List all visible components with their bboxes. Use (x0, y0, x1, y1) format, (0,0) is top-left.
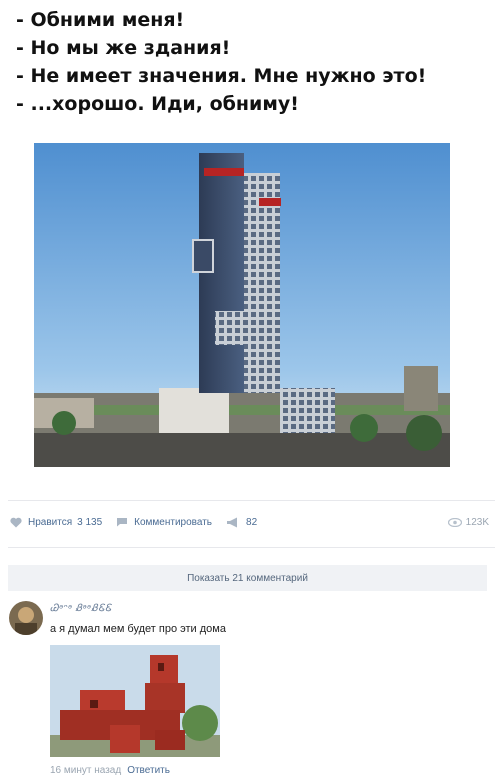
comment-author[interactable]: Ꮚᵊᵔᵊ ᏰᵊᵊᏰᏋᏋ (50, 603, 112, 614)
show-more-comments-button[interactable]: Показать 21 комментарий (8, 565, 487, 591)
comment-icon (117, 518, 128, 527)
share-count: 82 (246, 516, 258, 528)
avatar-image (9, 601, 43, 635)
comment-meta: 16 минут назад Ответить (50, 765, 170, 776)
like-button[interactable]: Нравится 3 135 (10, 517, 102, 528)
red-house-illustration (50, 645, 220, 757)
actions-divider-top (8, 500, 495, 501)
meme-caption: - Обними меня! - Но мы же здания! - Не и… (16, 6, 495, 118)
post-actions-bar: Нравится 3 135 Комментировать 82 123K (10, 512, 489, 532)
avatar[interactable] (9, 601, 43, 635)
reply-button[interactable]: Ответить (127, 765, 170, 776)
meme-line-3: - Не имеет значения. Мне нужно это! (16, 65, 427, 87)
meme-line-2: - Но мы же здания! (16, 37, 231, 59)
comment-time[interactable]: 16 минут назад (50, 765, 121, 776)
comment-text: а я думал мем будет про эти дома (50, 623, 226, 635)
actions-divider-bottom (8, 547, 495, 548)
comment-button[interactable]: Комментировать (116, 517, 212, 528)
megaphone-icon (227, 517, 238, 527)
share-button[interactable]: 82 (226, 517, 257, 528)
meme-line-1: - Обними меня! (16, 9, 185, 31)
eye-icon (447, 517, 462, 527)
views-count: 123K (465, 516, 489, 528)
like-label: Нравится (28, 516, 73, 528)
views-counter: 123K (447, 516, 489, 528)
comment-photo-red-house[interactable] (50, 645, 220, 757)
skyscraper-illustration (34, 143, 450, 467)
comment-label: Комментировать (134, 516, 213, 528)
heart-icon (10, 517, 22, 527)
like-count: 3 135 (77, 516, 103, 528)
post-photo-skyscraper[interactable] (34, 143, 450, 467)
meme-line-4: - ...хорошо. Иди, обниму! (16, 93, 299, 115)
